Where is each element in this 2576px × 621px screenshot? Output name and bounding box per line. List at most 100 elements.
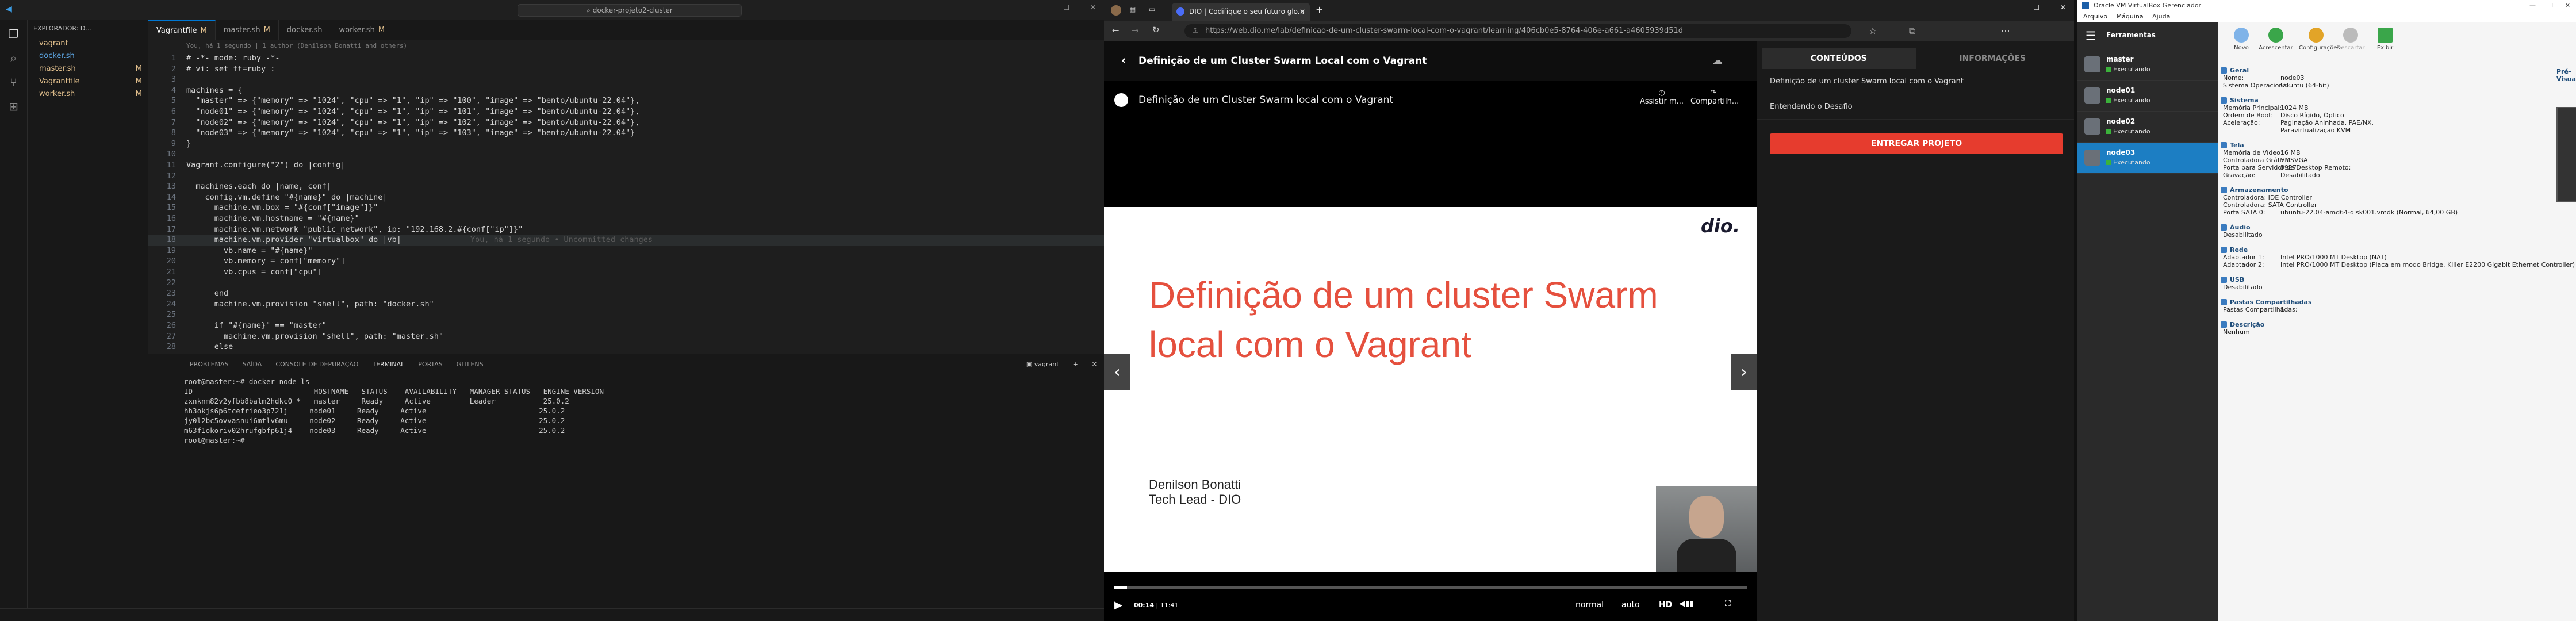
section-title[interactable]: Pastas Compartilhadas (2218, 298, 2552, 306)
volume-icon[interactable]: ◀▮▮ (1679, 599, 1694, 608)
terminal-name[interactable]: ▣ vagrant (1019, 354, 1066, 374)
code-editor[interactable]: You, há 1 segundo | 1 author (Denilson B… (148, 40, 1104, 354)
section-title[interactable]: Rede (2218, 246, 2552, 254)
browser-tab[interactable]: DIO | Codifique o seu futuro glo... ✕ (1172, 3, 1310, 21)
vbox-titlebar: Oracle VM VirtualBox Gerenciador — ☐ ✕ (2077, 0, 2576, 12)
share-button[interactable]: ↷ Compartilh... (1690, 89, 1739, 106)
code-line: } (186, 139, 191, 148)
menu-machine[interactable]: Máquina (2117, 13, 2144, 20)
extensions-icon[interactable]: ⊞ (0, 99, 27, 113)
tab-ports[interactable]: PORTAS (411, 354, 450, 374)
back-arrow-icon[interactable]: ‹ (1121, 41, 1126, 80)
settings-button[interactable]: Configurações (2299, 28, 2340, 51)
section-title[interactable]: Sistema (2218, 97, 2552, 104)
download-cloud-icon[interactable]: ☁ (1712, 41, 1723, 80)
tab-vagrantfile[interactable]: Vagrantfile M (148, 20, 216, 40)
line-number: 24 (166, 299, 176, 309)
tree-item[interactable]: vagrant (31, 37, 148, 50)
sidebar-tabs: CONTEÚDOS INFORMAÇÕES (1762, 48, 2069, 69)
tab-master-sh[interactable]: master.sh M (216, 20, 279, 40)
explorer-icon[interactable]: ❐ (0, 27, 27, 41)
minimize-button[interactable]: — (2004, 5, 2011, 13)
show-button[interactable]: Exibir (2368, 28, 2402, 51)
code-line: machines.each do |name, conf| (186, 182, 331, 191)
tab-problems[interactable]: PROBLEMAS (183, 354, 236, 374)
profile-avatar[interactable] (1111, 5, 1121, 16)
hd-badge[interactable]: HD (1659, 600, 1672, 610)
reload-icon[interactable]: ↻ (1152, 25, 1160, 35)
workspaces-icon[interactable]: ▦ (1129, 5, 1136, 13)
tab-docker-sh[interactable]: docker.sh (279, 20, 331, 40)
content-item[interactable]: Entendendo o Desafio (1757, 94, 2074, 120)
close-tab-icon[interactable]: ✕ (1300, 3, 1305, 21)
new-tab-button[interactable]: + (1316, 4, 1323, 15)
detail-row: Paravirtualização KVM (2280, 126, 2351, 134)
vm-item-node03[interactable]: node03 Executando (2077, 143, 2218, 174)
prev-slide-button[interactable]: ‹ (1104, 354, 1130, 390)
settings-more-icon[interactable]: ⋯ (2001, 25, 2010, 36)
minimize-button[interactable]: — (2529, 0, 2536, 12)
vm-state: Executando (2113, 128, 2150, 135)
progress-track[interactable] (1114, 586, 1747, 589)
command-center-search[interactable]: ⌕ docker-projeto2-cluster (518, 4, 742, 17)
terminal-line: hh3okjs6p6tcefrieo3p721j node01 Ready Ac… (184, 407, 565, 415)
tab-debug-console[interactable]: CONSOLE DE DEPURAÇÃO (269, 354, 365, 374)
tab-actions-icon[interactable]: ▭ (1149, 5, 1155, 13)
line-number: 3 (171, 75, 176, 85)
presenter-shirt (1677, 539, 1736, 572)
close-button[interactable]: ✕ (2565, 0, 2570, 12)
minimize-button[interactable]: — (1034, 5, 1041, 13)
add-vm-button[interactable]: Acrescentar (2259, 28, 2293, 51)
section-title[interactable]: Armazenamento (2218, 186, 2552, 194)
vm-item-node01[interactable]: node01 Executando (2077, 80, 2218, 112)
close-button[interactable]: ✕ (1090, 3, 1096, 12)
maximize-button[interactable]: ☐ (1063, 3, 1070, 12)
menu-help[interactable]: Ajuda (2152, 13, 2170, 20)
tab-terminal[interactable]: TERMINAL (365, 354, 412, 374)
tools-item[interactable]: ☰ Ferramentas (2077, 22, 2218, 49)
section-title[interactable]: Tela (2218, 141, 2552, 149)
vm-item-node02[interactable]: node02 Executando (2077, 112, 2218, 143)
terminal-output[interactable]: root@master:~# docker node ls ID HOSTNAME… (148, 374, 1104, 447)
url-field[interactable]: ⚿ https://web.dio.me/lab/definicao-de-um-… (1184, 24, 1851, 38)
extensions-icon[interactable]: ⧉ (1909, 25, 1915, 37)
section-title[interactable]: USB (2218, 276, 2552, 283)
tab-info[interactable]: INFORMAÇÕES (1916, 48, 2070, 69)
section-title[interactable]: Áudio (2218, 224, 2552, 231)
progress-fill (1114, 586, 1127, 589)
fullscreen-icon[interactable]: ⛶ (1725, 599, 1731, 608)
search-icon[interactable]: ⌕ (0, 51, 27, 65)
watch-later-button[interactable]: ◷ Assistir m... (1639, 89, 1685, 106)
close-button[interactable]: ✕ (2060, 3, 2066, 12)
back-icon[interactable]: ← (1112, 25, 1120, 36)
section-title[interactable]: Geral (2218, 67, 2552, 74)
favorites-star-icon[interactable]: ☆ (1869, 25, 1877, 36)
vbox-menubar: Arquivo Máquina Ajuda (2077, 12, 2576, 22)
content-item[interactable]: Definição de um cluster Swarm local com … (1757, 69, 2074, 94)
tree-item[interactable]: Vagrantfile M (31, 75, 148, 88)
tree-item[interactable]: docker.sh (31, 50, 148, 63)
video-player[interactable]: Definição de um Cluster Swarm local com … (1104, 80, 1757, 621)
add-terminal-button[interactable]: + (1066, 354, 1085, 374)
tab-worker-sh[interactable]: worker.sh M (331, 20, 394, 40)
next-slide-button[interactable]: › (1731, 354, 1757, 390)
deliver-project-button[interactable]: ENTREGAR PROJETO (1770, 133, 2063, 154)
tree-item[interactable]: worker.sh M (31, 88, 148, 101)
play-icon[interactable]: ▶ (1114, 599, 1122, 611)
section-title[interactable]: Descrição (2218, 321, 2552, 328)
quality-button[interactable]: auto (1621, 600, 1640, 610)
maximize-button[interactable]: ☐ (2033, 3, 2040, 12)
new-vm-button[interactable]: Novo (2224, 28, 2259, 51)
speed-button[interactable]: normal (1575, 600, 1604, 610)
tab-output[interactable]: SAÍDA (236, 354, 269, 374)
maximize-button[interactable]: ☐ (2547, 0, 2553, 12)
source-control-icon[interactable]: ⑂ (0, 75, 27, 89)
vm-item-master[interactable]: master Executando (2077, 49, 2218, 80)
close-panel-icon[interactable]: ✕ (1085, 354, 1104, 374)
tab-gitlens[interactable]: GITLENS (450, 354, 490, 374)
menu-file[interactable]: Arquivo (2083, 13, 2107, 20)
discard-button[interactable]: Descartar (2333, 28, 2368, 51)
tab-contents[interactable]: CONTEÚDOS (1762, 48, 1916, 69)
tree-item[interactable]: master.sh M (31, 63, 148, 75)
forward-icon[interactable]: → (1132, 25, 1139, 36)
